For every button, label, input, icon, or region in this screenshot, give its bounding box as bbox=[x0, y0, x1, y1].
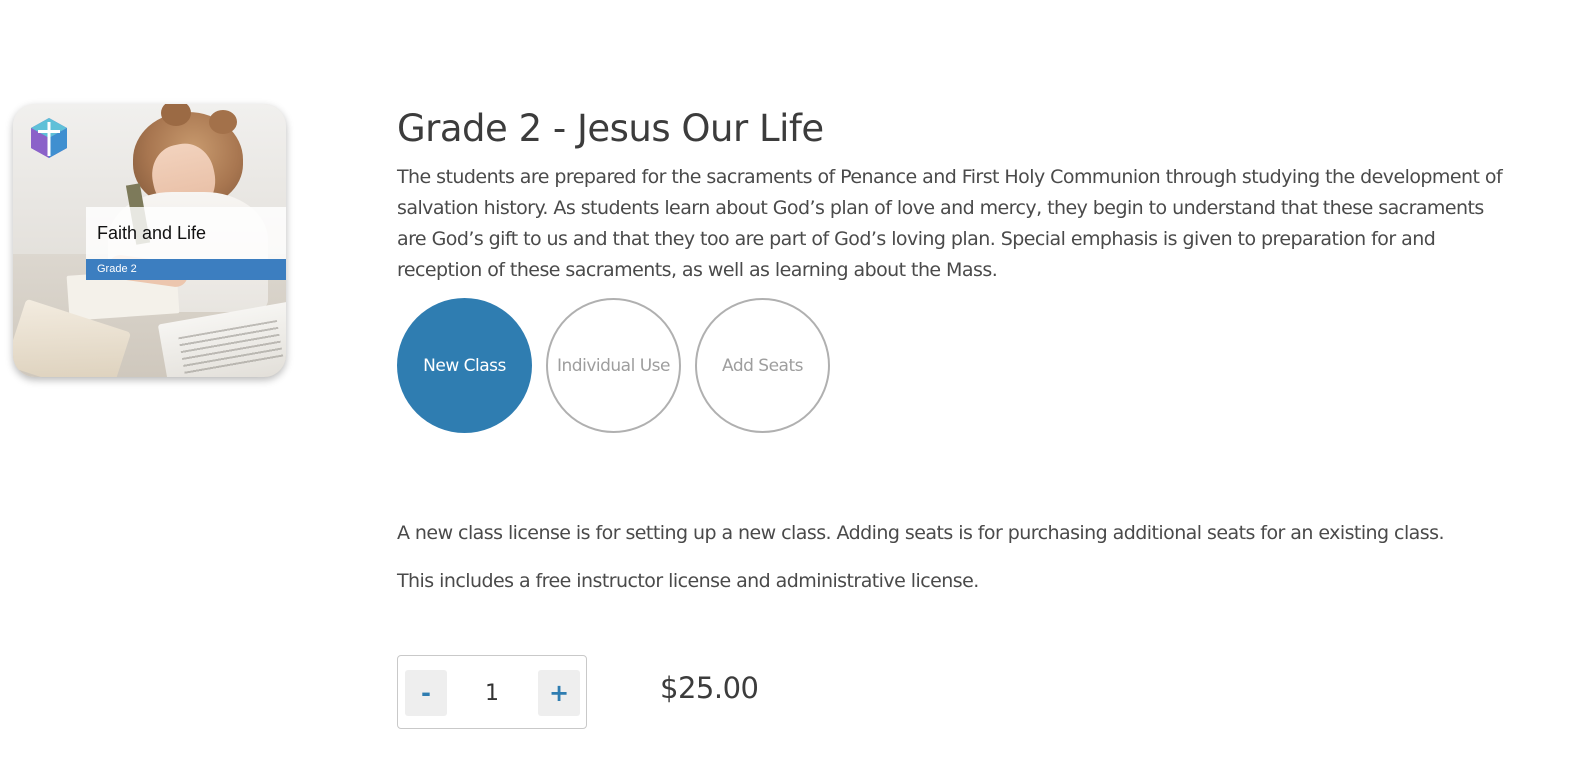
cover-grade-label: Grade 2 bbox=[97, 263, 137, 275]
included-licenses-note: This includes a free instructor license … bbox=[397, 570, 979, 592]
add-seats-option[interactable]: Add Seats bbox=[695, 298, 830, 433]
quantity-stepper: - 1 + bbox=[397, 655, 587, 729]
price: $25.00 bbox=[660, 671, 759, 705]
cover-girl-hair-bun bbox=[209, 110, 237, 134]
increment-button[interactable]: + bbox=[538, 670, 580, 716]
cross-logo-icon bbox=[31, 118, 67, 158]
product-description: The students are prepared for the sacram… bbox=[397, 166, 1503, 281]
product-page: Faith and Life Grade 2 Grade 2 - Jesus O… bbox=[0, 0, 1586, 757]
license-type-options: New Class Individual Use Add Seats bbox=[397, 298, 830, 433]
cover-title: Faith and Life bbox=[97, 223, 207, 243]
license-note: A new class license is for setting up a … bbox=[397, 522, 1445, 544]
decrement-button[interactable]: - bbox=[405, 670, 447, 716]
individual-use-option[interactable]: Individual Use bbox=[546, 298, 681, 433]
product-cover-image: Faith and Life Grade 2 bbox=[13, 104, 286, 377]
quantity-value[interactable]: 1 bbox=[454, 670, 530, 716]
product-title: Grade 2 - Jesus Our Life bbox=[397, 107, 824, 150]
new-class-option[interactable]: New Class bbox=[397, 298, 532, 433]
cover-book-text-lines bbox=[178, 319, 284, 377]
